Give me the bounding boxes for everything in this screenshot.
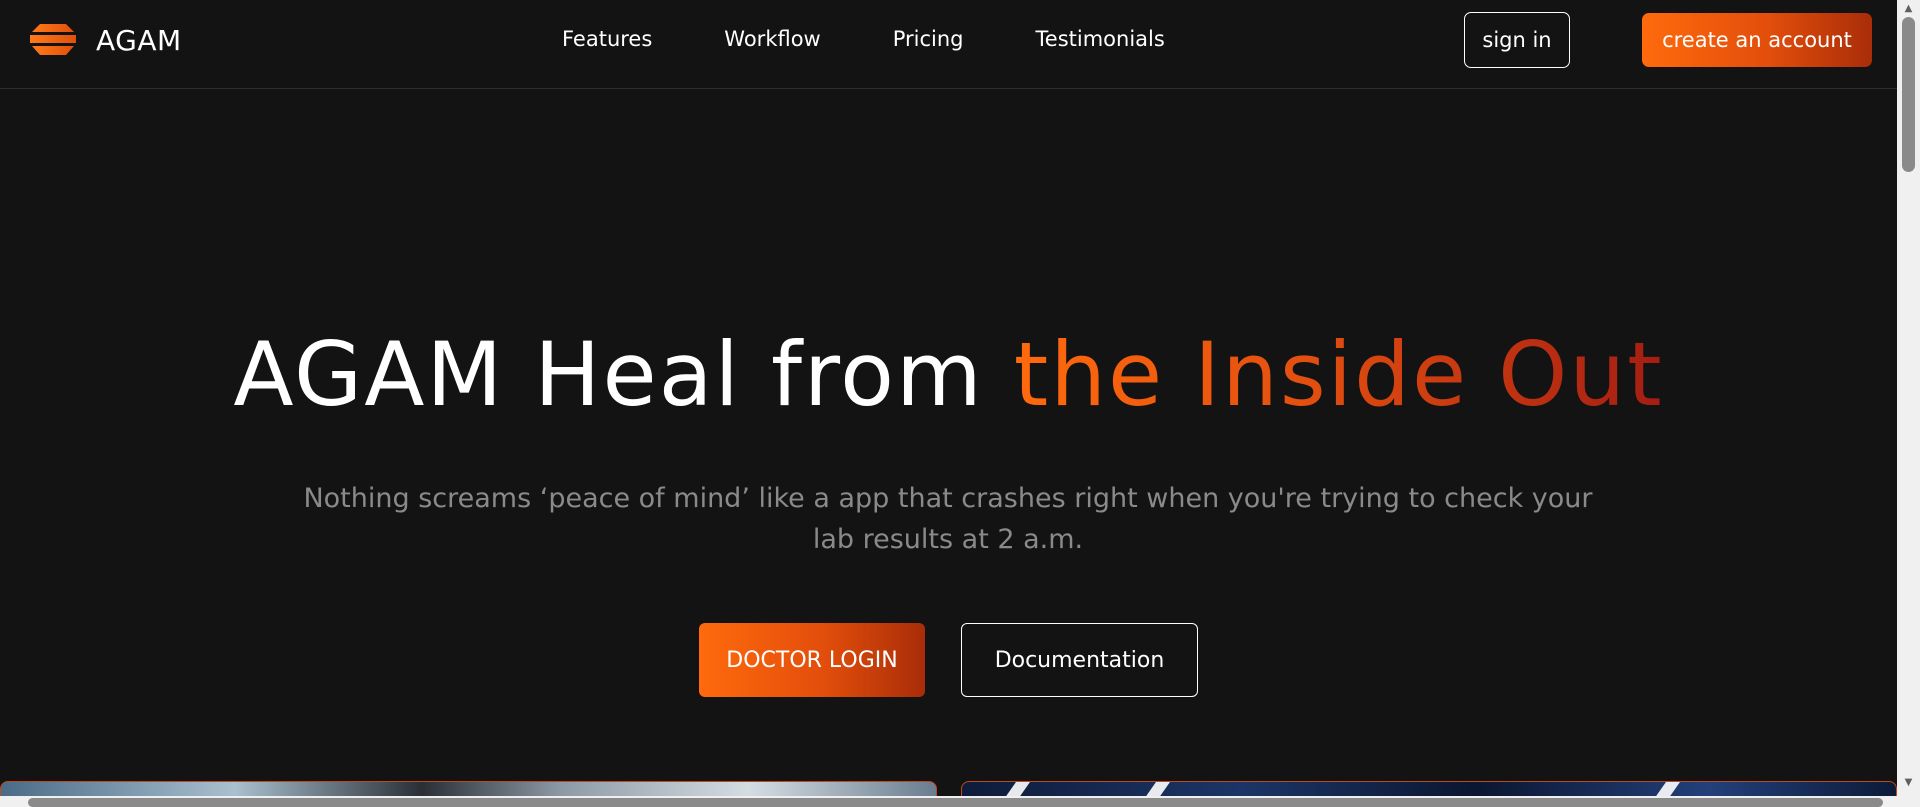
vertical-scrollbar[interactable]: ▲ ▼ — [1897, 0, 1920, 807]
vertical-scroll-thumb[interactable] — [1902, 17, 1915, 172]
nav-testimonials[interactable]: Testimonials — [1036, 26, 1165, 52]
horizontal-scrollbar[interactable] — [0, 796, 1897, 807]
hero-title-accent: the Inside Out — [1013, 323, 1664, 426]
hero-subtitle: Nothing screams ‘peace of mind’ like a a… — [303, 483, 1593, 555]
brand-link[interactable]: AGAM — [26, 22, 182, 58]
sign-in-button[interactable]: sign in — [1464, 12, 1570, 68]
doctor-login-button[interactable]: DOCTOR LOGIN — [699, 623, 925, 697]
scroll-up-arrow-icon[interactable]: ▲ — [1897, 0, 1920, 17]
page: AGAM Features Workflow Pricing Testimoni… — [0, 0, 1920, 807]
nav-pricing[interactable]: Pricing — [893, 26, 964, 52]
hero-title-plain: AGAM Heal from — [233, 323, 1014, 426]
scroll-down-arrow-icon[interactable]: ▼ — [1897, 774, 1920, 791]
top-navbar: AGAM Features Workflow Pricing Testimoni… — [0, 0, 1897, 89]
stacked-layers-logo-icon — [30, 24, 76, 55]
create-account-button[interactable]: create an account — [1642, 13, 1872, 67]
nav-features[interactable]: Features — [562, 26, 652, 52]
brand-name: AGAM — [96, 23, 182, 57]
horizontal-scroll-thumb[interactable] — [28, 798, 1883, 807]
nav-workflow[interactable]: Workflow — [724, 26, 820, 52]
documentation-button[interactable]: Documentation — [961, 623, 1198, 697]
hero-title: AGAM Heal from the Inside Out — [0, 320, 1897, 430]
main-nav: Features Workflow Pricing Testimonials — [562, 26, 1165, 52]
